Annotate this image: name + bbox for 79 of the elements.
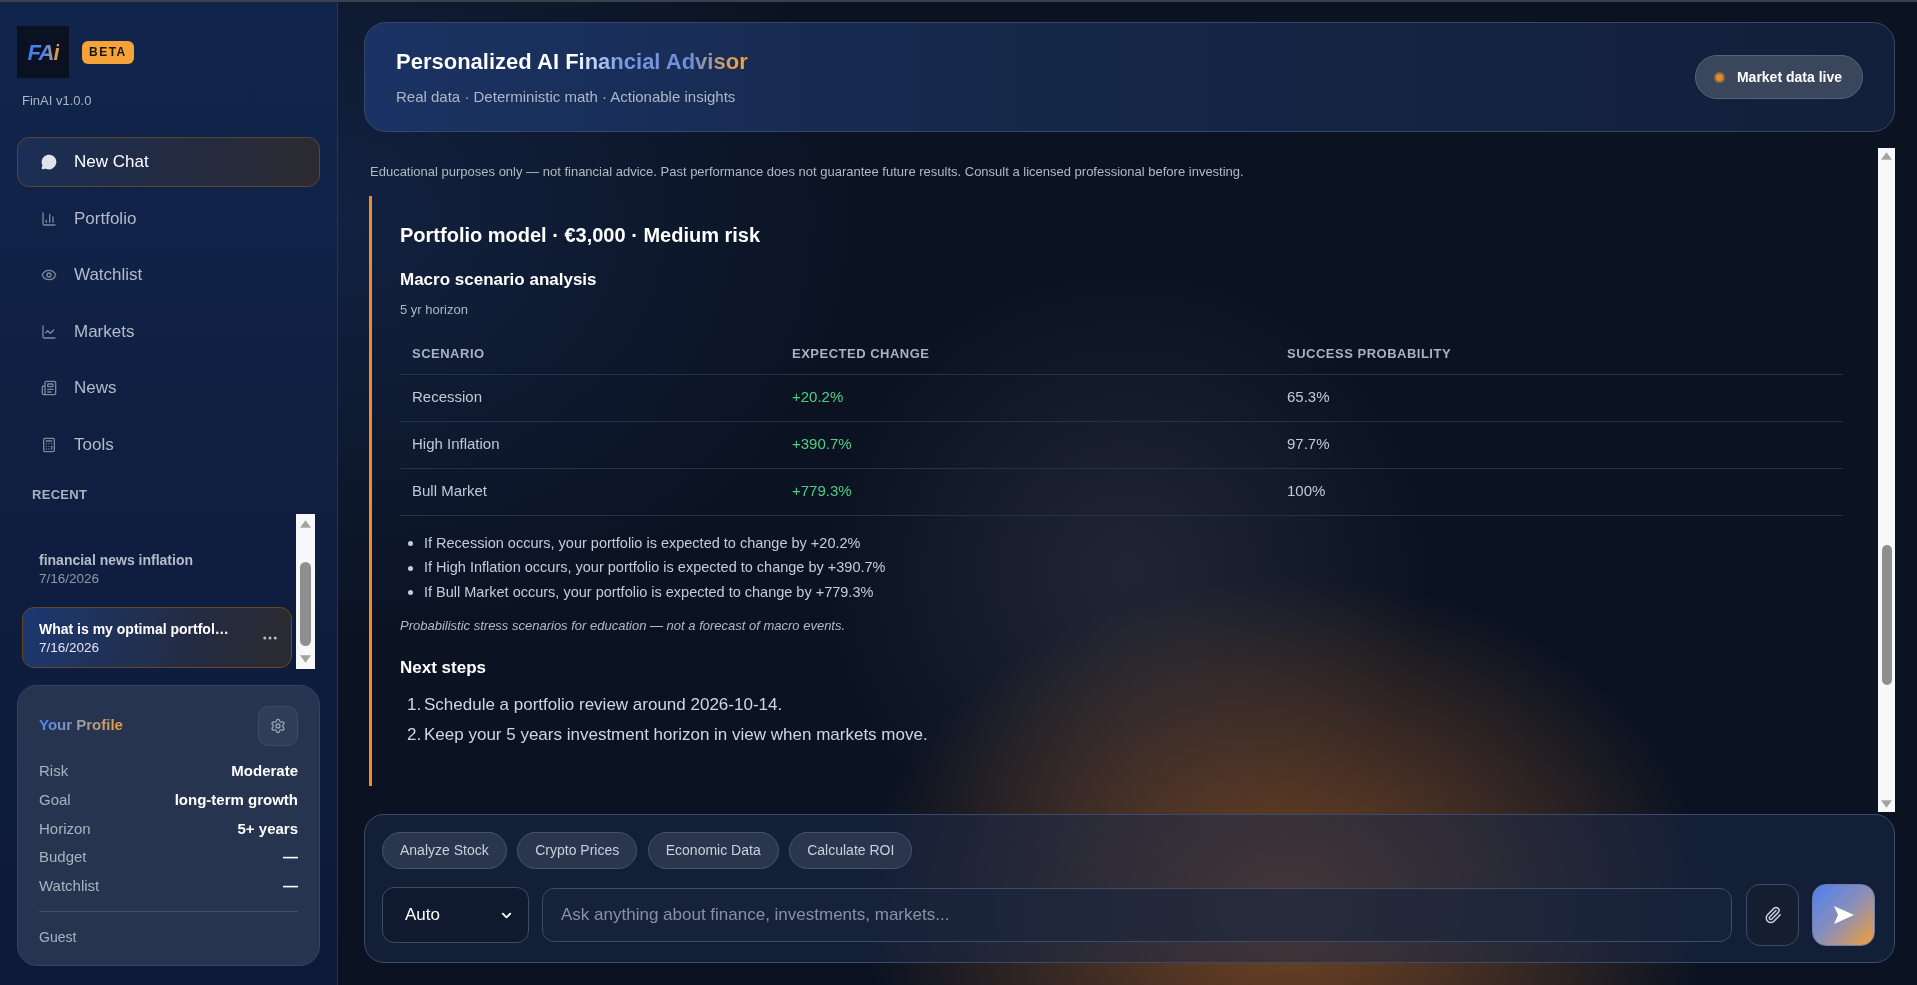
column-header: EXPECTED CHANGE	[780, 334, 1275, 374]
nav-item[interactable]: New Chat	[17, 137, 320, 187]
nav-item[interactable]: Portfolio	[17, 193, 320, 244]
bullet-icon	[408, 590, 413, 596]
bullet-icon	[408, 565, 413, 571]
scroll-up-icon[interactable]	[300, 519, 311, 528]
user-name: Guest	[39, 928, 77, 948]
table-cell: Recession	[400, 374, 780, 421]
quick-action-button[interactable]: Crypto Prices	[517, 832, 638, 869]
settings-icon	[270, 717, 286, 734]
status-label: Market data live	[1736, 67, 1842, 87]
section-label: RECENT	[32, 486, 88, 503]
profile-label: Horizon	[39, 818, 91, 839]
profile-value: —	[283, 847, 298, 868]
table-cell: +390.7%	[780, 421, 1275, 468]
disclaimer-text: Educational purposes only — not financial advice. Past performance does not guarantee future results. Consult a licensed professional before investing.	[370, 163, 1244, 181]
mode-select[interactable]: Auto	[382, 887, 529, 943]
paperclip-icon	[1763, 906, 1782, 924]
scrollbar-thumb[interactable]	[1881, 545, 1892, 685]
table-cell: +779.3%	[780, 468, 1275, 515]
table-cell: +20.2%	[780, 374, 1275, 421]
profile-value: Moderate	[231, 761, 298, 782]
profile-value: long-term growth	[174, 789, 298, 810]
attach-button[interactable]	[1746, 884, 1799, 946]
scrollbar[interactable]	[296, 513, 315, 669]
chat-bubble-icon	[41, 154, 57, 170]
column-header: SUCCESS PROBABILITY	[1275, 334, 1843, 374]
bullet-text: If Bull Market occurs, your portfolio is expected to change by +779.3%	[424, 582, 874, 602]
calculator-icon	[41, 436, 57, 453]
nav-item[interactable]: News	[17, 363, 320, 413]
section-subheading: 5 yr horizon	[400, 301, 468, 319]
quick-action-button[interactable]: Economic Data	[647, 832, 779, 869]
step-text: Keep your 5 years investment horizon in view when markets move.	[424, 724, 928, 747]
bar-chart-icon	[41, 210, 57, 227]
quick-action-button[interactable]: Calculate ROI	[789, 832, 913, 869]
scroll-up-icon[interactable]	[1881, 152, 1892, 160]
table-cell: 97.7%	[1275, 421, 1843, 468]
scrollbar-thumb[interactable]	[300, 561, 311, 646]
profile-label: Risk	[39, 761, 69, 782]
note-text: Probabilistic stress scenarios for education — not a forecast of macro events.	[400, 617, 846, 635]
send-button[interactable]	[1812, 884, 1875, 946]
version-label: FinAI v1.0.0	[22, 92, 92, 110]
table-cell: High Inflation	[400, 421, 780, 468]
nav-item[interactable]: Tools	[17, 419, 320, 470]
bullet-text: If Recession occurs, your portfolio is expected to change by +20.2%	[424, 533, 861, 553]
line-chart-icon	[41, 323, 57, 340]
page-subtitle: Real data · Deterministic math · Actionable insights	[396, 87, 736, 107]
nav-item[interactable]: Markets	[17, 306, 320, 357]
send-icon	[1833, 906, 1854, 924]
profile-value: —	[283, 876, 298, 897]
step-text: Schedule a portfolio review around 2026-10-14.	[424, 694, 783, 717]
section-heading: Macro scenario analysis	[400, 269, 597, 291]
quick-action-button[interactable]: Analyze Stock	[382, 832, 507, 869]
table-cell: 100%	[1275, 468, 1843, 515]
message-input[interactable]: Ask anything about finance, investments, markets...	[542, 888, 1732, 942]
scroll-down-icon[interactable]	[300, 654, 311, 663]
table-cell: Bull Market	[400, 468, 780, 515]
section-heading: Next steps	[400, 657, 486, 679]
profile-label: Budget	[39, 847, 87, 868]
recent-chat-item[interactable]: financial news inflation 7/16/2026	[22, 537, 292, 599]
scrollbar[interactable]	[1878, 148, 1895, 812]
app-logo: FAi	[17, 26, 69, 78]
profile-label: Watchlist	[39, 876, 100, 897]
beta-tag: BETA	[82, 40, 134, 64]
eye-icon	[41, 267, 57, 283]
bullet-icon	[408, 541, 413, 547]
step-number: 2.	[407, 724, 423, 747]
recent-chat-item[interactable]: What is my optimal portfol… 7/16/2026	[22, 606, 292, 668]
profile-value: 5+ years	[237, 818, 298, 839]
table-cell: 65.3%	[1275, 374, 1843, 421]
bullet-text: If High Inflation occurs, your portfolio is expected to change by +390.7%	[424, 558, 886, 578]
newspaper-icon	[41, 380, 57, 396]
column-header: SCENARIO	[400, 334, 780, 374]
scroll-down-icon[interactable]	[1881, 800, 1892, 808]
profile-label: Goal	[39, 789, 71, 810]
nav-item[interactable]: Watchlist	[17, 250, 320, 300]
step-number: 1.	[407, 694, 423, 717]
settings-button[interactable]	[258, 705, 298, 746]
message-title: Portfolio model · €3,000 · Medium risk	[400, 223, 761, 248]
